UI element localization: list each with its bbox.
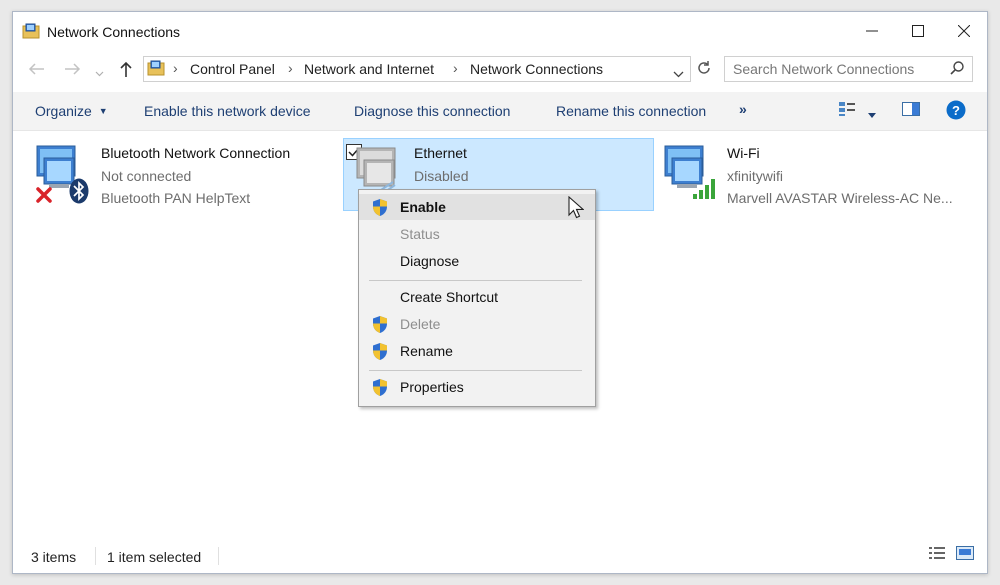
address-dropdown-chevron-icon[interactable] (673, 65, 684, 83)
breadcrumb-network-connections[interactable]: Network Connections (470, 61, 603, 77)
menu-item-label: Status (400, 226, 440, 242)
preview-pane-icon[interactable] (902, 102, 920, 121)
menu-item-diagnose[interactable]: Diagnose (359, 248, 595, 274)
connection-name: Ethernet (414, 145, 467, 161)
refresh-icon[interactable] (696, 60, 712, 81)
rename-connection-button[interactable]: Rename this connection (556, 103, 706, 119)
connection-item-wifi[interactable]: Wi-Fi xfinitywifi Marvell AVASTAR Wirele… (659, 140, 969, 208)
menu-item-label: Properties (400, 379, 464, 395)
connection-device: Bluetooth PAN HelpText (101, 190, 251, 206)
menu-item-status: Status (359, 221, 595, 247)
change-view-icon[interactable] (838, 101, 856, 122)
breadcrumb-separator-icon: › (173, 60, 178, 76)
address-location-icon (147, 60, 165, 81)
breadcrumb-separator-icon: › (288, 60, 293, 76)
explorer-window: Network Connections › Control Panel › Ne… (12, 11, 988, 574)
menu-item-label: Diagnose (400, 253, 460, 269)
status-item-count: 3 items (31, 549, 77, 565)
connection-device: Marvell AVASTAR Wireless-AC Ne... (727, 190, 953, 206)
menu-item-delete: Delete (359, 311, 595, 337)
search-icon[interactable] (950, 61, 964, 80)
maximize-button[interactable] (895, 12, 941, 50)
dropdown-caret-icon: ▼ (98, 106, 108, 116)
forward-arrow-icon[interactable] (64, 60, 82, 81)
menu-item-label: Enable (400, 199, 446, 215)
cursor-icon (568, 195, 585, 225)
window-title: Network Connections (47, 24, 181, 40)
error-x-icon (35, 186, 53, 209)
connection-status: xfinitywifi (727, 168, 784, 184)
enable-device-button[interactable]: Enable this network device (144, 103, 311, 119)
menu-item-label: Delete (400, 316, 441, 332)
large-icons-view-icon[interactable] (956, 545, 974, 566)
status-divider (95, 547, 96, 565)
minimize-button[interactable] (849, 12, 895, 50)
shield-icon (371, 315, 389, 339)
connection-name: Wi-Fi (727, 145, 760, 161)
menu-item-label: Create Shortcut (400, 289, 499, 305)
recent-locations-chevron-icon[interactable] (95, 64, 104, 82)
menu-item-create-shortcut[interactable]: Create Shortcut (359, 284, 595, 310)
breadcrumb-network-and-internet[interactable]: Network and Internet (304, 61, 434, 77)
menu-item-label: Rename (400, 343, 453, 359)
help-icon[interactable]: ? (946, 100, 966, 125)
wifi-signal-icon (692, 176, 718, 205)
view-options-caret-icon[interactable] (868, 105, 876, 123)
status-divider (218, 547, 219, 565)
more-commands-button[interactable]: » (739, 101, 747, 117)
context-menu: Enable Status Diagnose Create Shortcut D… (358, 189, 596, 407)
breadcrumb-control-panel[interactable]: Control Panel (190, 61, 275, 77)
menu-separator (369, 370, 582, 371)
up-arrow-icon[interactable] (119, 60, 133, 83)
diagnose-connection-button[interactable]: Diagnose this connection (354, 103, 510, 119)
organize-menu[interactable]: Organize ▼ (35, 103, 108, 119)
menu-item-enable[interactable]: Enable (359, 194, 595, 220)
details-view-icon[interactable] (928, 545, 946, 566)
search-input[interactable]: Search Network Connections (733, 61, 914, 77)
shield-icon (371, 378, 389, 402)
organize-label: Organize (35, 103, 92, 119)
shield-icon (371, 342, 389, 366)
close-button[interactable] (941, 12, 987, 50)
menu-item-rename[interactable]: Rename (359, 338, 595, 364)
bluetooth-icon (69, 178, 89, 209)
svg-text:?: ? (952, 103, 960, 118)
network-folder-icon (22, 23, 40, 44)
shield-icon (371, 198, 389, 222)
breadcrumb-separator-icon: › (453, 60, 458, 76)
connection-status: Not connected (101, 168, 192, 184)
back-arrow-icon[interactable] (27, 60, 45, 81)
status-selection: 1 item selected (107, 549, 202, 565)
connection-item-bluetooth[interactable]: Bluetooth Network Connection Not connect… (31, 140, 301, 208)
connection-status: Disabled (414, 168, 469, 184)
menu-separator (369, 280, 582, 281)
menu-item-properties[interactable]: Properties (359, 374, 595, 400)
connection-name: Bluetooth Network Connection (101, 145, 291, 161)
